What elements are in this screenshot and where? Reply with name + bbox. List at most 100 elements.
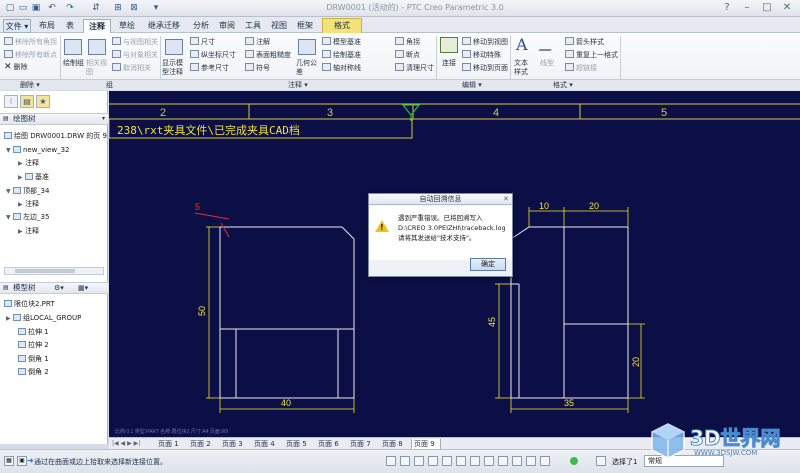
tree-item-annotation[interactable]: ▶ 注释 xyxy=(18,200,39,209)
edit-group-label[interactable]: 编辑 ▾ xyxy=(462,81,482,90)
section-icon[interactable] xyxy=(540,456,550,466)
dimension-button[interactable]: 尺寸 xyxy=(190,37,215,47)
front-view-outline[interactable] xyxy=(219,226,355,399)
annotation-display-icon[interactable] xyxy=(484,456,494,466)
break-button[interactable]: 断点 xyxy=(395,50,420,60)
display-icon[interactable] xyxy=(456,456,466,466)
tree-item-view[interactable]: ▼ 左边_35 xyxy=(6,213,49,222)
dimension-right-top-b[interactable]: 20 xyxy=(589,201,599,211)
regenerate-icon[interactable]: ⇵ xyxy=(90,2,102,14)
settings-icon[interactable]: ⚙▾ xyxy=(54,283,64,293)
minimize-button[interactable]: – xyxy=(738,1,756,15)
line-style-button[interactable]: 线型 xyxy=(540,59,554,68)
path-text[interactable]: 238\rxt夹具文件\已完成夹具CAD档 xyxy=(117,123,300,137)
message-log-icon[interactable]: ▣ xyxy=(17,456,27,466)
collapse-arrow-icon[interactable]: ▶ xyxy=(6,314,13,323)
dimension-right-width[interactable]: 35 xyxy=(564,398,574,408)
undo-icon[interactable]: ↶ xyxy=(46,2,58,14)
geometric-tolerance-button[interactable]: 几何公差 xyxy=(296,59,318,77)
expand-arrow-icon[interactable]: ▼ xyxy=(6,187,13,196)
dimension-right-top-a[interactable]: 10 xyxy=(539,201,549,211)
axis-symmetry-button[interactable]: 轴对称线 xyxy=(322,63,361,73)
expand-arrow-icon[interactable]: ▼ xyxy=(6,146,13,155)
tree-scrollbar[interactable] xyxy=(4,267,104,275)
close-window-icon[interactable]: ⊠ xyxy=(128,2,140,14)
tab-annotate[interactable]: 注释 xyxy=(83,19,111,33)
saved-views-icon[interactable] xyxy=(526,456,536,466)
close-icon[interactable]: ✕ xyxy=(503,194,509,205)
expand-arrow-icon[interactable]: ▼ xyxy=(6,213,13,222)
connect-button[interactable]: 连接 xyxy=(442,59,456,68)
scrollbar-thumb[interactable] xyxy=(15,269,75,273)
repaint-icon[interactable] xyxy=(428,456,438,466)
relate-to-view-button[interactable]: 与视图相关 xyxy=(112,37,158,47)
dimension-left-height[interactable]: 50 xyxy=(197,306,207,316)
cleanup-dimensions-button[interactable]: 清理尺寸 xyxy=(395,63,434,73)
tab-view[interactable]: 视图 xyxy=(268,19,290,33)
tab-legacy-migration[interactable]: 继承迁移 xyxy=(142,19,186,33)
tab-file[interactable]: 文件 ▾ xyxy=(3,19,31,33)
draft-datum-button[interactable]: 绘制基准 xyxy=(322,50,361,60)
remove-all-breaks-button[interactable]: 移除所有断点 xyxy=(4,50,57,60)
dimension-right-height[interactable]: 45 xyxy=(487,317,497,327)
relate-to-object-button[interactable]: 与对象相关 xyxy=(112,50,158,60)
redo-icon[interactable]: ↷ xyxy=(64,2,76,14)
tree-item-drawing[interactable]: 绘图 DRW0001.DRW 的页 9 xyxy=(4,132,107,141)
refit-icon[interactable] xyxy=(414,456,424,466)
show-icon[interactable]: ▦▾ xyxy=(78,283,88,293)
tree-item-feature[interactable]: 倒角 1 xyxy=(18,355,49,364)
orient-icon[interactable] xyxy=(512,456,522,466)
symbol-button[interactable]: 符号 xyxy=(245,63,270,73)
delete-group-label[interactable]: 删除 ▾ xyxy=(20,81,40,90)
surface-finish-button[interactable]: 表面粗糙度 xyxy=(245,50,291,60)
move-to-view-button[interactable]: 移动到视图 xyxy=(462,37,508,47)
smart-select-icon[interactable] xyxy=(596,456,606,466)
show-model-annotations-button[interactable]: 显示模型注释 xyxy=(162,59,188,77)
format-group-label[interactable]: 格式 ▾ xyxy=(553,81,573,90)
tree-item-part[interactable]: 限位块2.PRT xyxy=(4,300,55,309)
arrow-style-button[interactable]: 箭头样式 xyxy=(565,37,604,47)
move-special-button[interactable]: 移动特殊 xyxy=(462,50,501,60)
note-button[interactable]: 注解 xyxy=(245,37,270,47)
dimension-right-step[interactable]: 20 xyxy=(631,357,641,367)
pan-icon[interactable] xyxy=(400,456,410,466)
dialog-title-bar[interactable]: 自动回溯信息 ✕ xyxy=(369,194,512,205)
close-button[interactable]: ✕ xyxy=(778,1,796,15)
ok-button[interactable]: 确定 xyxy=(470,258,506,271)
tree-item-annotation[interactable]: ▶ 注释 xyxy=(18,159,39,168)
help-button[interactable]: ? xyxy=(718,1,736,15)
repeat-last-format-button[interactable]: 重复上一格式 xyxy=(565,50,618,60)
tree-item-annotation[interactable]: ▶ 注释 xyxy=(18,227,39,236)
collapse-arrow-icon[interactable]: ▶ xyxy=(18,227,25,236)
side-view-outline[interactable] xyxy=(510,226,629,399)
window-icon[interactable]: ⊞ xyxy=(112,2,124,14)
tree-item-feature[interactable]: 拉伸 1 xyxy=(18,328,49,337)
collapse-arrow-icon[interactable]: ▶ xyxy=(18,200,25,209)
dimension-left-width[interactable]: 40 xyxy=(281,398,291,408)
annotate-group-label[interactable]: 注释 ▾ xyxy=(288,81,308,90)
hyperlink-button[interactable]: 超链接 xyxy=(565,63,597,73)
unrelate-button[interactable]: 取消相关 xyxy=(112,63,151,73)
tab-sketch[interactable]: 草绘 xyxy=(116,19,138,33)
datum-display-icon[interactable] xyxy=(470,456,480,466)
tree-tab-icon[interactable]: ⁝ xyxy=(4,95,18,108)
tab-table[interactable]: 表 xyxy=(62,19,78,33)
model-datum-button[interactable]: 模型基准 xyxy=(322,37,361,47)
layers-icon[interactable] xyxy=(442,456,452,466)
grid-icon[interactable]: ▦ xyxy=(4,456,14,466)
spin-center-icon[interactable] xyxy=(498,456,508,466)
tree-item-feature[interactable]: 倒角 2 xyxy=(18,368,49,377)
jog-button[interactable]: 角拐 xyxy=(395,37,420,47)
folder-tab-icon[interactable]: ▤ xyxy=(20,95,34,108)
new-file-icon[interactable]: ▢ xyxy=(4,2,16,14)
collapse-arrow-icon[interactable]: ▶ xyxy=(18,173,25,182)
tree-item-feature[interactable]: 拉伸 2 xyxy=(18,341,49,350)
tree-item-view[interactable]: ▼ 顶部_34 xyxy=(6,187,49,196)
draw-group-button[interactable]: 绘制组 xyxy=(63,59,85,68)
tab-frame[interactable]: 框架 xyxy=(294,19,316,33)
dimension-chamfer[interactable]: 5 xyxy=(195,202,200,212)
tab-analysis[interactable]: 分析 xyxy=(190,19,212,33)
reference-dimension-button[interactable]: 参考尺寸 xyxy=(190,63,229,73)
tab-tools[interactable]: 工具 xyxy=(242,19,264,33)
tab-format[interactable]: 格式 xyxy=(326,19,358,33)
